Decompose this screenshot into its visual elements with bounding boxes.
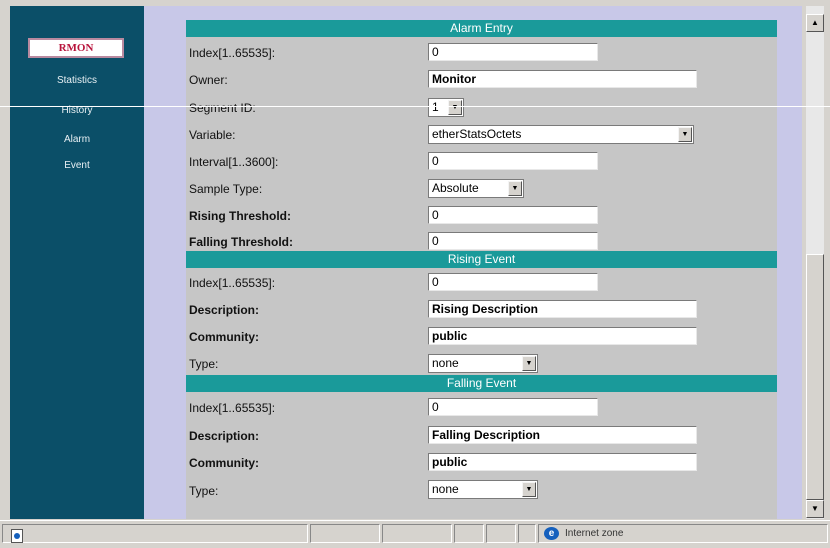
alarm-variable-label: Variable:: [189, 128, 236, 142]
alarm-index-label: Index[1..65535]:: [189, 46, 276, 60]
status-cell: [518, 524, 536, 543]
alarm-falling-threshold-label: Falling Threshold:: [189, 235, 293, 249]
falling-index-input[interactable]: 0: [428, 398, 598, 416]
rising-type-label: Type:: [189, 357, 219, 371]
alarm-rising-threshold-input[interactable]: 0: [428, 206, 598, 224]
chevron-down-icon[interactable]: ▼: [508, 181, 522, 196]
scroll-down-arrow-icon[interactable]: ▼: [806, 500, 824, 518]
alarm-falling-threshold-input[interactable]: 0: [428, 232, 598, 250]
status-bar: e Internet zone: [0, 520, 830, 548]
status-cell: [310, 524, 380, 543]
falling-type-label: Type:: [189, 484, 219, 498]
alarm-interval-input[interactable]: 0: [428, 152, 598, 170]
alarm-segment-select[interactable]: 1 ▼: [428, 98, 464, 117]
falling-community-label: Community:: [189, 456, 259, 470]
chevron-down-icon[interactable]: ▼: [678, 127, 692, 142]
chevron-down-icon[interactable]: ▼: [522, 482, 536, 497]
chevron-down-icon[interactable]: ▼: [522, 356, 536, 371]
main-content: Alarm Entry Index[1..65535]: 0 Owner: Mo…: [174, 6, 802, 519]
browser-window: RMON Statistics History Alarm Event Alar…: [0, 0, 830, 548]
rising-type-select[interactable]: none ▼: [428, 354, 538, 373]
status-cell: [454, 524, 484, 543]
rising-description-label: Description:: [189, 303, 260, 317]
security-zone-label: Internet zone: [565, 528, 624, 539]
alarm-owner-label: Owner:: [189, 73, 228, 87]
rising-index-input[interactable]: 0: [428, 273, 598, 291]
status-cell: [382, 524, 452, 543]
sidebar-item-rmon[interactable]: RMON: [28, 38, 124, 58]
rising-description-input[interactable]: Rising Description: [428, 300, 697, 318]
rising-community-label: Community:: [189, 330, 259, 344]
sidebar-item-alarm[interactable]: Alarm: [10, 134, 144, 145]
alarm-segment-value: 1: [432, 100, 439, 114]
security-zone-cell: e Internet zone: [538, 524, 828, 543]
sidebar-item-event[interactable]: Event: [10, 160, 144, 171]
alarm-segment-label: Segment ID:: [189, 101, 256, 115]
page-icon: [11, 529, 23, 543]
falling-type-select[interactable]: none ▼: [428, 480, 538, 499]
falling-description-label: Description:: [189, 429, 260, 443]
sidebar-item-statistics[interactable]: Statistics: [10, 75, 144, 86]
alarm-rising-threshold-label: Rising Threshold:: [189, 209, 291, 223]
falling-description-input[interactable]: Falling Description: [428, 426, 697, 444]
scroll-up-arrow-icon[interactable]: ▲: [806, 14, 824, 32]
falling-index-label: Index[1..65535]:: [189, 401, 276, 415]
falling-type-value: none: [432, 482, 459, 496]
alarm-owner-input[interactable]: Monitor: [428, 70, 697, 88]
content-gutter: [144, 6, 174, 519]
alarm-sample-type-value: Absolute: [432, 181, 479, 195]
alarm-form-panel: [186, 20, 777, 519]
alarm-interval-label: Interval[1..3600]:: [189, 155, 279, 169]
alarm-sample-type-select[interactable]: Absolute ▼: [428, 179, 524, 198]
chevron-down-icon[interactable]: ▼: [448, 100, 462, 115]
status-cell: [486, 524, 516, 543]
falling-community-input[interactable]: public: [428, 453, 697, 471]
alarm-index-input[interactable]: 0: [428, 43, 598, 61]
alarm-variable-select[interactable]: etherStatsOctets ▼: [428, 125, 694, 144]
sidebar: RMON Statistics History Alarm Event: [10, 6, 144, 519]
rising-index-label: Index[1..65535]:: [189, 276, 276, 290]
alarm-entry-header: Alarm Entry: [186, 20, 777, 37]
internet-explorer-icon: e: [544, 527, 559, 540]
vertical-scrollbar[interactable]: ▲ ▼: [806, 6, 824, 519]
scrollbar-thumb[interactable]: [806, 254, 824, 500]
rising-type-value: none: [432, 356, 459, 370]
falling-event-header: Falling Event: [186, 375, 777, 392]
rising-community-input[interactable]: public: [428, 327, 697, 345]
alarm-sample-type-label: Sample Type:: [189, 182, 263, 196]
alarm-variable-value: etherStatsOctets: [432, 127, 522, 141]
status-message-cell: [2, 524, 308, 543]
rising-event-header: Rising Event: [186, 251, 777, 268]
rendering-divider-line: [0, 106, 830, 107]
